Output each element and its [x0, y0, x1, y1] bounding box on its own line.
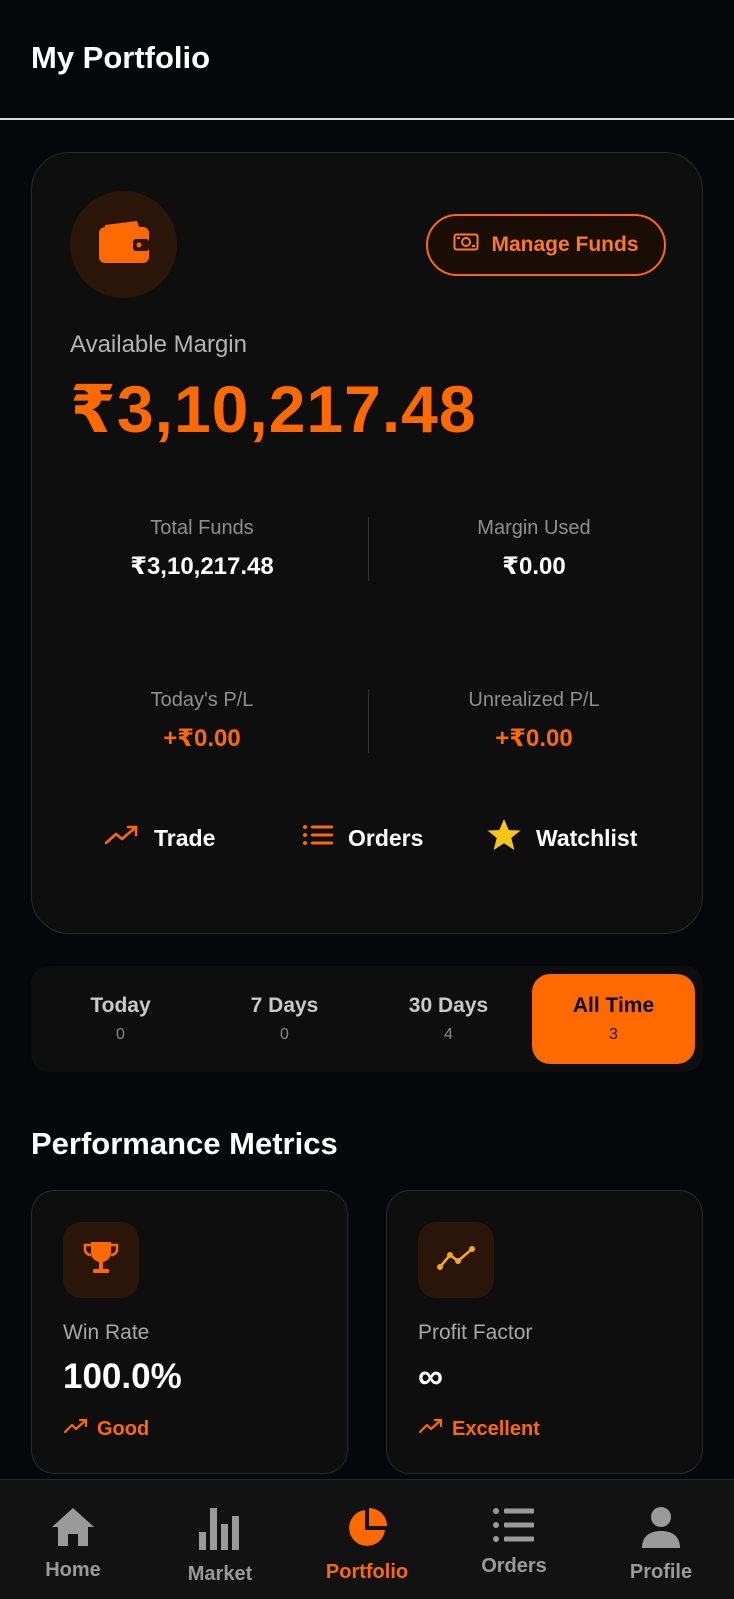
manage-funds-label: Manage Funds [491, 233, 639, 256]
nav-label: Market [187, 1563, 253, 1585]
app-root: My Portfolio Manage Funds Available Marg… [0, 0, 734, 1599]
available-margin-label: Available Margin [70, 331, 247, 358]
metric-tag: Good [63, 1417, 149, 1441]
user-icon [640, 1506, 682, 1555]
metric-label: Profit Factor [418, 1321, 533, 1344]
metric-tag: Excellent [418, 1417, 540, 1441]
nav-market[interactable]: Market [147, 1480, 293, 1599]
watchlist-label: Watchlist [536, 824, 638, 851]
nav-label: Portfolio [325, 1561, 409, 1583]
margin-card: Manage Funds Available Margin ₹3,10,217.… [31, 152, 703, 934]
tab-label: 7 Days [250, 994, 319, 1017]
list-icon [492, 1506, 536, 1549]
star-icon [486, 817, 522, 859]
nav-label: Orders [481, 1555, 547, 1577]
tab-label: 30 Days [408, 994, 489, 1017]
trophy-icon [81, 1238, 121, 1283]
money-icon [453, 232, 479, 258]
stat-total-funds: Total Funds ₹3,10,217.48 [52, 517, 352, 581]
divider [368, 689, 369, 753]
metric-tag-label: Good [97, 1417, 150, 1440]
metric-card-profit-factor: Profit Factor ∞ Excellent [386, 1190, 703, 1474]
tab-label: All Time [572, 994, 655, 1017]
tab-count: 3 [609, 1026, 618, 1043]
stat-margin-used: Margin Used ₹0.00 [384, 517, 684, 581]
line-chart-badge [418, 1222, 494, 1298]
wallet-icon [97, 219, 151, 270]
performance-metrics-title: Performance Metrics [31, 1126, 338, 1161]
watchlist-button[interactable]: Watchlist [486, 818, 637, 858]
trending-up-icon [63, 1417, 89, 1441]
nav-home[interactable]: Home [0, 1480, 146, 1599]
stat-label: Today's P/L [150, 689, 254, 711]
tab-7-days[interactable]: 7 Days 0 [203, 974, 366, 1064]
tab-count: 4 [444, 1026, 453, 1043]
nav-orders[interactable]: Orders [441, 1480, 587, 1599]
tab-30-days[interactable]: 30 Days 4 [367, 974, 530, 1064]
page-title: My Portfolio [31, 40, 211, 75]
stat-todays-pl: Today's P/L +₹0.00 [52, 689, 352, 753]
tab-label: Today [90, 994, 151, 1017]
line-chart-icon [436, 1243, 476, 1278]
stat-value: +₹0.00 [163, 725, 241, 752]
tab-count: 0 [116, 1026, 125, 1043]
stat-unrealized-pl: Unrealized P/L +₹0.00 [384, 689, 684, 753]
trending-up-icon [418, 1417, 444, 1441]
nav-portfolio[interactable]: Portfolio [294, 1480, 440, 1599]
stat-label: Total Funds [150, 517, 254, 539]
available-margin-value: ₹3,10,217.48 [70, 372, 477, 446]
pie-chart-icon [345, 1506, 389, 1555]
trending-up-icon [104, 823, 140, 853]
metric-card-win-rate: Win Rate 100.0% Good [31, 1190, 348, 1474]
metric-label: Win Rate [63, 1321, 150, 1344]
bar-chart-icon [197, 1506, 243, 1557]
metric-tag-label: Excellent [452, 1417, 540, 1440]
manage-funds-button[interactable]: Manage Funds [426, 214, 666, 276]
wallet-badge [70, 191, 177, 298]
trade-label: Trade [154, 824, 216, 851]
home-icon [50, 1506, 96, 1553]
metric-value: 100.0% [63, 1357, 182, 1396]
metric-value: ∞ [418, 1357, 443, 1396]
nav-profile[interactable]: Profile [588, 1480, 734, 1599]
stat-value: ₹3,10,217.48 [130, 553, 274, 580]
stat-label: Unrealized P/L [468, 689, 600, 711]
stat-value: +₹0.00 [495, 725, 573, 752]
orders-label: Orders [348, 824, 424, 851]
orders-button[interactable]: Orders [302, 818, 423, 858]
list-icon [302, 823, 334, 853]
trade-button[interactable]: Trade [104, 818, 215, 858]
trophy-badge [63, 1222, 139, 1298]
tab-today[interactable]: Today 0 [39, 974, 202, 1064]
period-tabs: Today 0 7 Days 0 30 Days 4 All Time 3 [31, 966, 703, 1072]
tab-count: 0 [280, 1026, 289, 1043]
tab-all-time[interactable]: All Time 3 [532, 974, 695, 1064]
bottom-nav: Home Market Portfolio Orders Profile [0, 1479, 734, 1599]
stat-label: Margin Used [477, 517, 591, 539]
divider [368, 517, 369, 581]
nav-label: Home [45, 1559, 101, 1581]
header: My Portfolio [0, 0, 734, 120]
nav-label: Profile [629, 1561, 693, 1583]
stat-value: ₹0.00 [502, 553, 566, 580]
